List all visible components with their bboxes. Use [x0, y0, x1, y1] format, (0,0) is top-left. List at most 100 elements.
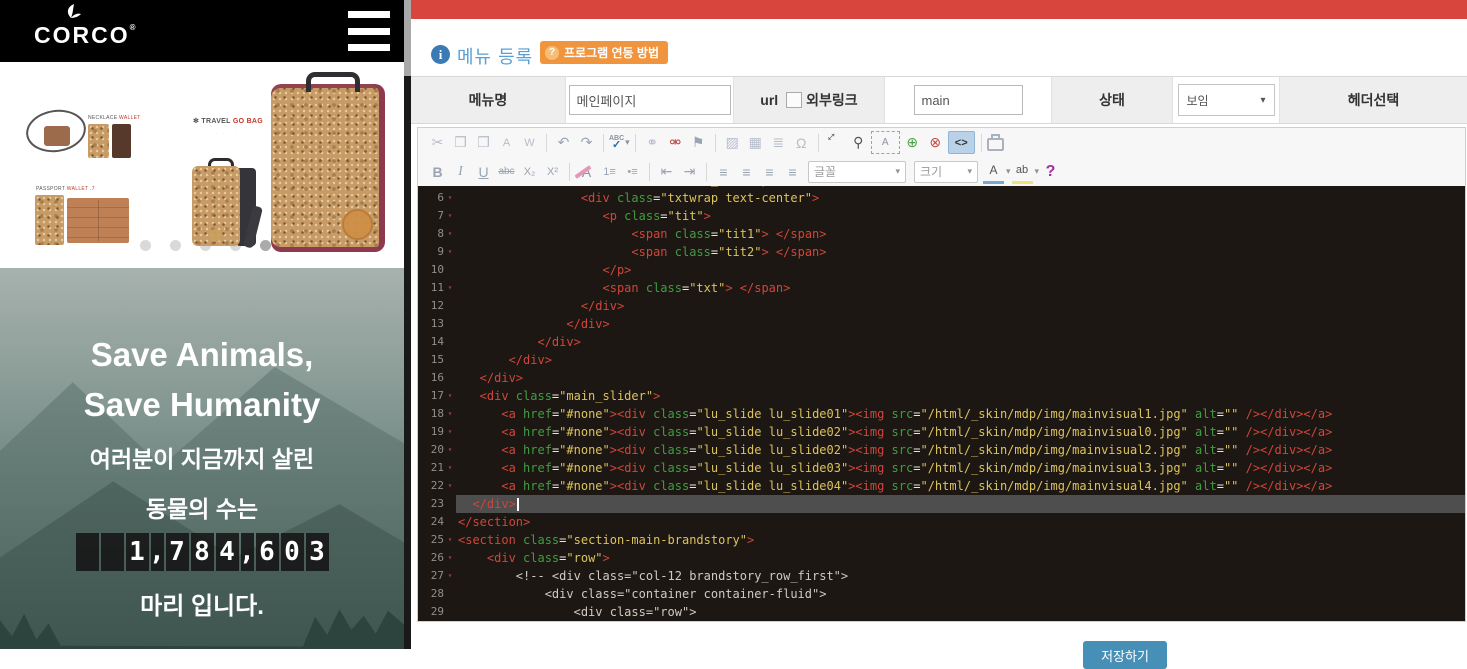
- table-icon[interactable]: ▦: [745, 132, 766, 153]
- image-icon[interactable]: ▨: [722, 132, 743, 153]
- strikethrough-icon[interactable]: abc: [496, 161, 517, 182]
- align-center-icon[interactable]: ≡: [736, 161, 757, 182]
- brown-wallet-image[interactable]: [112, 124, 131, 158]
- special-char-icon[interactable]: Ω: [791, 132, 812, 153]
- html-editor: ✂ ❐ ❒ A W ↶ ↷ ABC ✓ ▾ ⚭ ⚮ ⚑ ▨ ▦ ≣ Ω ↕ ⚲: [417, 127, 1466, 622]
- code-line: 27▾ <!-- <div class="col-12 brandstory_r…: [418, 567, 1465, 585]
- indent-icon[interactable]: ⇥: [679, 161, 700, 182]
- maximize-icon[interactable]: ↕: [820, 128, 850, 158]
- bg-color-icon[interactable]: ab: [1012, 160, 1033, 184]
- source-mode-button[interactable]: <>: [948, 131, 975, 154]
- code-line: 11▾ <span class="txt"> </span>: [418, 279, 1465, 297]
- code-line: 14 </div>: [418, 333, 1465, 351]
- copy-icon[interactable]: ❐: [450, 132, 471, 153]
- paste-as-text-icon[interactable]: A: [496, 132, 517, 153]
- code-line: 25▾<section class="section-main-brandsto…: [418, 531, 1465, 549]
- underline-icon[interactable]: U: [473, 161, 494, 182]
- large-backpack-image[interactable]: [271, 84, 385, 252]
- necklace-wallet-image[interactable]: [44, 126, 70, 146]
- product-slider: NECKLACE WALLET PASSPORT WALLET .7 ✻ TRA…: [0, 62, 404, 268]
- counter-digit: 7: [166, 533, 189, 571]
- small-backpack-image[interactable]: [192, 162, 256, 248]
- brand-name: CORCO®: [34, 22, 138, 48]
- remove-comment-icon[interactable]: ⊗: [925, 132, 946, 153]
- registered-mark: ®: [130, 23, 138, 32]
- menu-form-row: 메뉴명 url 외부링크 상태 보임 ▾ 헤더선택: [411, 76, 1467, 124]
- paste-icon[interactable]: ❒: [473, 132, 494, 153]
- help-icon[interactable]: ?: [1040, 161, 1061, 182]
- page-title: 메뉴 등록: [457, 43, 533, 69]
- code-line: 20▾ <a href="#none"><div class="lu_slide…: [418, 441, 1465, 459]
- numbered-list-icon[interactable]: 1≡: [599, 161, 620, 182]
- menu-name-input[interactable]: [569, 85, 731, 115]
- passport-wallet-open-image[interactable]: [67, 198, 129, 243]
- code-line: 18▾ <a href="#none"><div class="lu_slide…: [418, 405, 1465, 423]
- subscript-icon[interactable]: X₂: [519, 161, 540, 182]
- passport-wallet-closed-image[interactable]: [35, 195, 64, 245]
- preview-scrollbar[interactable]: [404, 0, 411, 649]
- status-select[interactable]: 보임 ▾: [1178, 84, 1275, 116]
- align-left-icon[interactable]: ≡: [713, 161, 734, 182]
- code-line: 29 <div class="row">: [418, 603, 1465, 621]
- save-button[interactable]: 저장하기: [1083, 641, 1167, 669]
- top-red-bar: [411, 0, 1467, 19]
- necklace-wallet-label: NECKLACE WALLET: [88, 115, 141, 121]
- code-line: 24</section>: [418, 513, 1465, 531]
- unlink-icon[interactable]: ⚮: [665, 132, 686, 153]
- source-code-area[interactable]: 5▾ <div class="mainvisual_txtwrap">6▾ <d…: [418, 186, 1465, 621]
- counter-digit: ,: [241, 533, 254, 571]
- hero-title-line1: Save Animals,: [0, 336, 404, 374]
- align-right-icon[interactable]: ≡: [759, 161, 780, 182]
- editor-toolbar-row2: B I U abc X₂ X² A 1≡ •≡ ⇤ ⇥ ≡ ≡ ≡ ≡ 글꼴▾ …: [418, 157, 1465, 186]
- question-icon: ?: [545, 46, 559, 60]
- slider-dot[interactable]: [260, 240, 271, 251]
- superscript-icon[interactable]: X²: [542, 161, 563, 182]
- code-line: 6▾ <div class="txtwrap text-center">: [418, 189, 1465, 207]
- select-all-icon[interactable]: A: [871, 131, 900, 154]
- anchor-flag-icon[interactable]: ⚑: [688, 132, 709, 153]
- remove-format-icon[interactable]: A: [576, 161, 597, 182]
- url-input[interactable]: [914, 85, 1023, 115]
- slider-dot[interactable]: [170, 240, 181, 251]
- font-dropdown[interactable]: 글꼴▾: [808, 161, 906, 183]
- link-icon[interactable]: ⚭: [642, 132, 663, 153]
- site-header: CORCO®: [0, 0, 404, 62]
- add-comment-icon[interactable]: ⊕: [902, 132, 923, 153]
- hero-counter-suffix: 마리 입니다.: [0, 586, 404, 621]
- cut-icon[interactable]: ✂: [427, 132, 448, 153]
- print-icon[interactable]: [987, 138, 1004, 151]
- preview-scrollbar-thumb[interactable]: [404, 0, 411, 76]
- slider-dot[interactable]: [140, 240, 151, 251]
- hamburger-menu-icon[interactable]: [348, 11, 390, 51]
- bold-icon[interactable]: B: [427, 161, 448, 182]
- outdent-icon[interactable]: ⇤: [656, 161, 677, 182]
- horizontal-line-icon[interactable]: ≣: [768, 132, 789, 153]
- travel-go-bag-label: ✻ TRAVEL GO BAG: [193, 117, 263, 125]
- text-color-icon[interactable]: A: [983, 160, 1004, 184]
- editor-toolbar-row1: ✂ ❐ ❒ A W ↶ ↷ ABC ✓ ▾ ⚭ ⚮ ⚑ ▨ ▦ ≣ Ω ↕ ⚲: [418, 128, 1465, 157]
- spellcheck-dropdown-icon[interactable]: ▾: [625, 137, 630, 148]
- align-justify-icon[interactable]: ≡: [782, 161, 803, 182]
- cork-wallet-image[interactable]: [88, 124, 109, 158]
- spellcheck-icon[interactable]: ABC ✓: [609, 135, 624, 151]
- redo-icon[interactable]: ↷: [576, 132, 597, 153]
- site-preview-pane: CORCO® NECKLACE WALLET PASSPORT WALLET .…: [0, 0, 404, 649]
- undo-icon[interactable]: ↶: [553, 132, 574, 153]
- text-color-dropdown-icon[interactable]: ▾: [1006, 166, 1011, 177]
- paste-from-word-icon[interactable]: W: [519, 132, 540, 153]
- chevron-down-icon: ▾: [895, 166, 900, 177]
- bullet-list-icon[interactable]: •≡: [622, 161, 643, 182]
- code-line: 8▾ <span class="tit1"> </span>: [418, 225, 1465, 243]
- size-dropdown[interactable]: 크기▾: [914, 161, 978, 183]
- text-cursor: [517, 498, 519, 511]
- code-line: 28 <div class="container container-fluid…: [418, 585, 1465, 603]
- italic-icon[interactable]: I: [450, 161, 471, 182]
- bg-color-dropdown-icon[interactable]: ▾: [1035, 166, 1040, 177]
- site-logo[interactable]: CORCO®: [34, 4, 138, 48]
- chevron-down-icon: ▾: [1260, 95, 1265, 106]
- hero-subtitle1: 여러분이 지금까지 살린: [0, 440, 404, 474]
- find-icon[interactable]: ⚲: [848, 132, 869, 153]
- program-link-help-button[interactable]: ? 프로그램 연동 방법: [540, 41, 668, 64]
- counter-digit: 4: [216, 533, 239, 571]
- external-link-checkbox[interactable]: [786, 92, 802, 108]
